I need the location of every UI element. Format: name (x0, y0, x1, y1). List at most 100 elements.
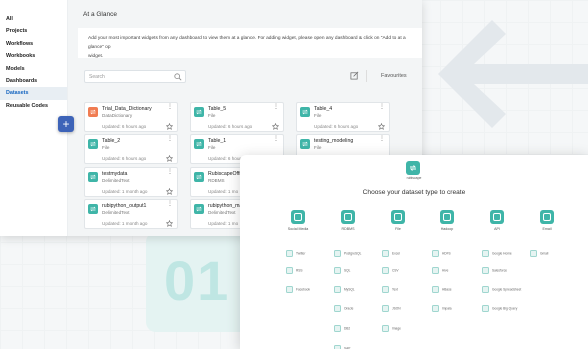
favourites-tab[interactable]: Favourites (381, 73, 407, 79)
dataset-card[interactable]: Table_5 File Updated: 6 hours ago ⋮ (190, 102, 284, 132)
data-source-option[interactable]: HBase (432, 286, 452, 295)
more-vertical-icon[interactable]: ⋮ (273, 104, 279, 110)
sidebar-item-projects[interactable]: Projects (0, 25, 67, 37)
more-vertical-icon[interactable]: ⋮ (167, 201, 173, 207)
data-source-label: Impala (442, 306, 452, 311)
data-source-label: Hive (442, 268, 449, 273)
data-source-label: Twitter (296, 251, 306, 256)
category-social-media[interactable]: Social Media (278, 210, 318, 231)
data-source-option[interactable]: Google Big Query (482, 305, 517, 314)
search-placeholder: Search (89, 74, 105, 80)
data-source-option[interactable]: RSS (286, 267, 303, 276)
dataset-icon (88, 172, 98, 182)
data-source-option[interactable]: Oracle (334, 305, 353, 314)
sidebar-item-datasets[interactable]: Datasets (0, 87, 67, 100)
data-source-option[interactable]: Excel (382, 250, 400, 259)
data-source-option[interactable]: Facebook (286, 286, 310, 295)
data-source-label: Salesforce (492, 268, 508, 273)
sidebar-item-reusable-codes[interactable]: Reusable Codes (0, 100, 67, 112)
sidebar-item-models[interactable]: Models (0, 63, 67, 75)
sidebar-item-workflows[interactable]: Workflows (0, 38, 67, 50)
dataset-card[interactable]: testmydata DelimitedText Updated: 1 month … (84, 167, 178, 197)
card-updated: Updated: 1 mo (208, 221, 239, 226)
dataset-icon (88, 139, 98, 149)
data-source-icon (334, 325, 341, 332)
info-box: Add your most important widgets from any… (78, 28, 422, 59)
sidebar-item-workbooks[interactable]: Workbooks (0, 50, 67, 62)
data-source-option[interactable]: MySQL (334, 286, 355, 295)
more-vertical-icon[interactable]: ⋮ (167, 104, 173, 110)
data-source-icon (482, 267, 489, 274)
data-source-option[interactable]: CSV (382, 267, 399, 276)
data-source-option[interactable]: Impala (432, 305, 452, 314)
star-icon[interactable] (272, 123, 279, 130)
dataset-card[interactable]: Table_2 File Updated: 6 hours ago ⋮ (84, 134, 178, 164)
more-vertical-icon[interactable]: ⋮ (167, 136, 173, 142)
dataset-card[interactable]: Table_4 File Updated: 6 hours ago ⋮ (296, 102, 390, 132)
dataset-card[interactable]: rubipython_output1 DelimitedText Updated: … (84, 199, 178, 229)
data-source-label: Excel (392, 251, 400, 256)
data-source-option[interactable]: Hive (432, 267, 448, 276)
star-icon[interactable] (166, 123, 173, 130)
toolbar-divider (366, 70, 367, 82)
sidebar-item-all[interactable]: All (0, 13, 67, 25)
category-api[interactable]: API (477, 210, 517, 231)
card-title: testmydata (102, 171, 128, 177)
more-vertical-icon[interactable]: ⋮ (273, 136, 279, 142)
data-source-option[interactable]: PostgreSQL (334, 250, 361, 259)
data-source-label: Image (392, 326, 401, 331)
data-source-option[interactable]: Text (382, 286, 398, 295)
data-source-option[interactable]: DB2 (334, 325, 350, 334)
category-file[interactable]: File (378, 210, 418, 231)
card-type: File (102, 145, 110, 150)
panel-title: Choose your dataset type to create (362, 189, 466, 196)
step-number: 01 (164, 249, 231, 312)
data-source-option[interactable]: Google Home (482, 250, 512, 259)
data-source-label: MySQL (344, 287, 355, 292)
dataset-card[interactable]: Trial_Data_Dictionary DataDictionary Updat… (84, 102, 178, 132)
data-source-icon (334, 250, 341, 257)
more-vertical-icon[interactable]: ⋮ (379, 104, 385, 110)
info-text: Add your most important widgets from any… (88, 36, 406, 50)
data-source-option[interactable]: Gmail (530, 250, 548, 259)
hadoop-icon (440, 210, 454, 224)
star-icon[interactable] (166, 188, 173, 195)
more-vertical-icon[interactable]: ⋮ (167, 169, 173, 175)
data-source-option[interactable]: SQL (334, 267, 350, 276)
star-icon[interactable] (166, 220, 173, 227)
data-source-option[interactable]: Twitter (286, 250, 305, 259)
star-icon[interactable] (166, 155, 173, 162)
sidebar-item-dashboards[interactable]: Dashboards (0, 75, 67, 87)
card-updated: Updated: 1 month ago (102, 221, 148, 226)
social-media-icon (291, 210, 305, 224)
add-button[interactable]: + (58, 116, 74, 132)
star-icon[interactable] (378, 123, 385, 130)
search-input[interactable]: Search (84, 70, 186, 83)
data-source-option[interactable]: Image (382, 325, 401, 334)
category-rdbms[interactable]: RDBMS (328, 210, 368, 231)
more-vertical-icon[interactable]: ⋮ (379, 136, 385, 142)
database-icon (341, 210, 355, 224)
logo-text: rubiscape (406, 176, 422, 180)
data-source-option[interactable]: HDFS (432, 250, 451, 259)
data-source-icon (382, 250, 389, 257)
data-source-icon (334, 286, 341, 293)
data-source-option[interactable]: Google Spreadsheet (482, 286, 521, 295)
search-icon (174, 73, 182, 81)
data-source-icon (382, 286, 389, 293)
category-label: Hadoop (440, 227, 454, 231)
data-source-icon (286, 267, 293, 274)
category-hadoop[interactable]: Hadoop (427, 210, 467, 231)
edit-icon[interactable] (350, 71, 359, 80)
data-source-icon (432, 250, 439, 257)
data-source-label: HBase (442, 287, 452, 292)
dataset-icon (194, 172, 204, 182)
data-source-option[interactable]: SAP (334, 345, 350, 349)
category-label: API (494, 227, 500, 231)
category-email[interactable]: Email (527, 210, 567, 231)
card-title: Table_2 (102, 138, 121, 144)
data-source-option[interactable]: Salesforce (482, 267, 507, 276)
data-source-option[interactable]: JSON (382, 305, 401, 314)
data-source-label: HDFS (442, 251, 451, 256)
file-icon (391, 210, 405, 224)
